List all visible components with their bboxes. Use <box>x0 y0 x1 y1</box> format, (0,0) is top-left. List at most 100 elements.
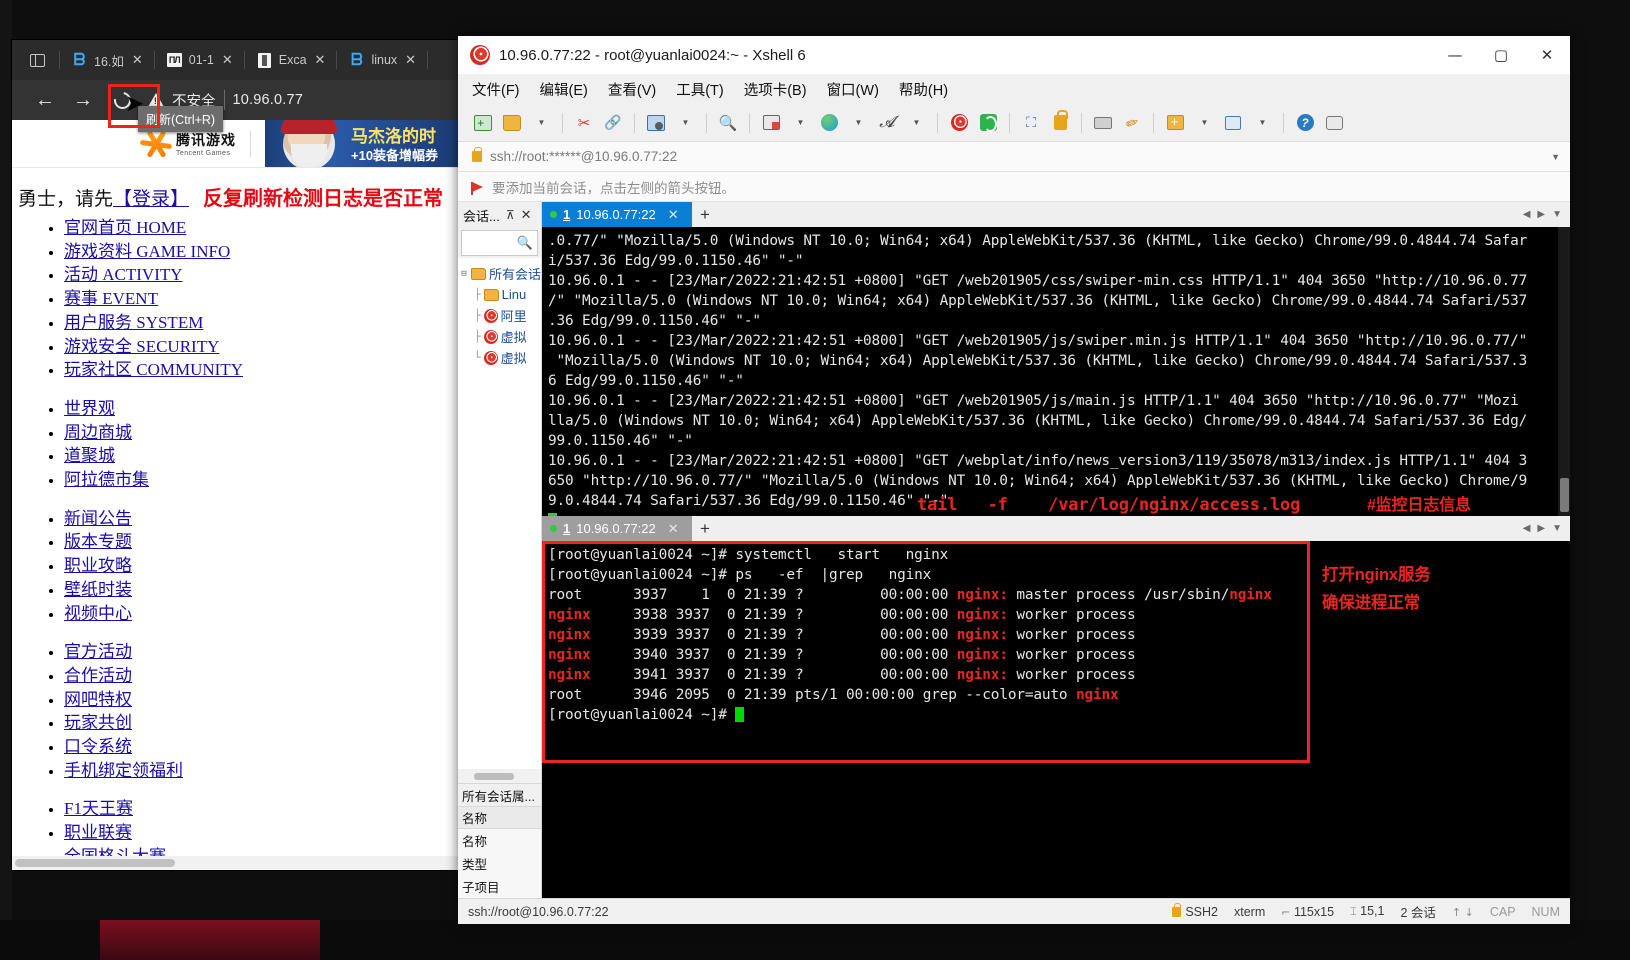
xshell-icon[interactable] <box>946 110 972 136</box>
login-link[interactable]: 【登录】 <box>113 189 189 210</box>
promo-banner[interactable]: 马杰洛的时 +10装备增幅券 <box>265 120 460 167</box>
chevron-down-icon[interactable]: ▼ <box>1552 209 1562 220</box>
close-button[interactable]: ✕ <box>1524 36 1570 74</box>
menu-item-help[interactable]: 帮助(H) <box>899 79 948 100</box>
find-icon[interactable]: 🔍 <box>715 110 741 136</box>
nav-link[interactable]: 游戏安全 SECURITY <box>64 337 219 356</box>
minimize-button[interactable]: — <box>1432 36 1478 74</box>
forward-button[interactable]: → <box>64 84 102 116</box>
nav-link[interactable]: 活动 ACTIVITY <box>64 265 183 284</box>
keyboard-icon[interactable] <box>1090 110 1116 136</box>
nav-link[interactable]: 版本专题 <box>64 532 132 551</box>
terminal-output-bottom[interactable]: [root@yuanlai0024 ~]# systemctl start ng… <box>542 541 1570 898</box>
horizontal-scrollbar[interactable] <box>12 856 460 870</box>
menu-item-tools[interactable]: 工具(T) <box>676 79 724 100</box>
chevron-down-icon[interactable]: ▼ <box>1551 152 1560 162</box>
chevron-down-icon[interactable]: ▼ <box>528 110 554 136</box>
nav-link[interactable]: 周边商城 <box>64 423 132 442</box>
browser-tab[interactable]: ᗷ 16.如 ✕ <box>65 44 149 76</box>
browser-tab[interactable]: ПЛ 01-1 ✕ <box>160 44 239 76</box>
terminal-tab[interactable]: 1 10.96.0.77:22 ✕ <box>542 516 692 541</box>
new-tab-button[interactable]: + <box>692 202 718 227</box>
browser-tab[interactable]: Exca ✕ <box>250 44 332 76</box>
maximize-button[interactable]: ▢ <box>1478 36 1524 74</box>
nav-link[interactable]: 世界观 <box>64 399 115 418</box>
xshell-window[interactable]: 10.96.0.77:22 - root@yuanlai0024:~ - Xsh… <box>458 36 1570 924</box>
menu-item-tabs[interactable]: 选项卡(B) <box>744 79 807 100</box>
browser-tab[interactable]: ᗷ linux ✕ <box>342 44 422 76</box>
tab-scroll-controls[interactable]: ◀ ▶ ▼ <box>1523 516 1570 541</box>
fullscreen-icon[interactable]: ⛶ <box>1018 110 1044 136</box>
chevron-down-icon[interactable]: ▼ <box>1552 523 1562 534</box>
tree-item-all-sessions[interactable]: ⊟ 所有会话 <box>458 263 541 284</box>
browser-tab-strip[interactable]: ᗷ 16.如 ✕ ПЛ 01-1 ✕ Exca ✕ ᗷ linux ✕ <box>12 40 460 80</box>
tree-item[interactable]: └ 虚拟 <box>458 347 541 368</box>
font-icon[interactable]: 𝓐 <box>874 110 900 136</box>
browser-toolbar[interactable]: ← → 不安全 10.96.0.77 <box>12 80 460 120</box>
nav-link[interactable]: 阿拉德市集 <box>64 470 149 489</box>
nav-link[interactable]: F1天王赛 <box>64 799 133 818</box>
chevron-down-icon[interactable]: ▼ <box>787 110 813 136</box>
tree-item[interactable]: ├ 虚拟 <box>458 326 541 347</box>
close-icon[interactable]: ✕ <box>668 521 679 537</box>
pin-icon[interactable]: ⊼ <box>506 208 515 222</box>
expand-icon[interactable]: ⊟ <box>460 269 468 279</box>
scroll-left-icon[interactable]: ◀ <box>1523 523 1531 534</box>
address-bar-text[interactable]: 10.96.0.77 <box>233 92 304 108</box>
properties-icon[interactable] <box>643 110 669 136</box>
close-icon[interactable]: ✕ <box>521 207 532 223</box>
nav-link[interactable]: 官网首页 HOME <box>64 218 186 237</box>
help-icon[interactable]: ? <box>1292 110 1318 136</box>
terminal-pane-top[interactable]: 1 10.96.0.77:22 ✕ + ◀ ▶ ▼ .0.77/" "Mozil… <box>542 202 1570 516</box>
highlight-pen-icon[interactable]: ✏ <box>1119 110 1145 136</box>
menu-item-edit[interactable]: 编辑(E) <box>540 79 588 100</box>
new-tab-button[interactable]: + <box>692 516 718 541</box>
nav-link[interactable]: 道聚城 <box>64 446 115 465</box>
tab-scroll-controls[interactable]: ◀ ▶ ▼ <box>1523 202 1570 227</box>
nav-link[interactable]: 玩家共创 <box>64 713 132 732</box>
session-horizontal-scrollbar[interactable] <box>458 769 541 783</box>
nav-link[interactable]: 官方活动 <box>64 642 132 661</box>
new-session-icon[interactable] <box>470 110 496 136</box>
address-bar[interactable]: ssh://root:******@10.96.0.77:22 ▼ <box>458 142 1570 172</box>
window-controls[interactable]: — ▢ ✕ <box>1432 36 1570 74</box>
address-bar-text[interactable]: ssh://root:******@10.96.0.77:22 <box>490 149 677 164</box>
xftp-icon[interactable] <box>975 110 1001 136</box>
close-icon[interactable]: ✕ <box>130 52 143 68</box>
chevron-down-icon[interactable]: ▼ <box>1191 110 1217 136</box>
chevron-down-icon[interactable]: ▼ <box>672 110 698 136</box>
tree-item[interactable]: ├ 阿里 <box>458 305 541 326</box>
nav-link[interactable]: 用户服务 SYSTEM <box>64 313 203 332</box>
terminal-tab[interactable]: 1 10.96.0.77:22 ✕ <box>542 202 692 227</box>
open-folder-icon[interactable] <box>499 110 525 136</box>
nav-link[interactable]: 职业联赛 <box>64 823 132 842</box>
nav-link[interactable]: 赛事 EVENT <box>64 289 158 308</box>
menu-bar[interactable]: 文件(F) 编辑(E) 查看(V) 工具(T) 选项卡(B) 窗口(W) 帮助(… <box>458 74 1570 104</box>
browser-window[interactable]: ᗷ 16.如 ✕ ПЛ 01-1 ✕ Exca ✕ ᗷ linux ✕ ← → … <box>12 40 460 870</box>
close-icon[interactable]: ✕ <box>403 52 416 68</box>
terminal-tabbar-top[interactable]: 1 10.96.0.77:22 ✕ + ◀ ▶ ▼ <box>542 202 1570 227</box>
nav-link[interactable]: 手机绑定领福利 <box>64 761 183 780</box>
nav-link[interactable]: 网吧特权 <box>64 690 132 709</box>
scroll-left-icon[interactable]: ◀ <box>1523 209 1531 220</box>
terminal-tabbar-bottom[interactable]: 1 10.96.0.77:22 ✕ + ◀ ▶ ▼ <box>542 516 1570 541</box>
scroll-right-icon[interactable]: ▶ <box>1537 209 1545 220</box>
session-search-input[interactable]: 🔍 <box>461 230 538 256</box>
nav-link[interactable]: 壁纸时装 <box>64 580 132 599</box>
nav-link[interactable]: 玩家社区 COMMUNITY <box>64 360 243 379</box>
session-tree[interactable]: ⊟ 所有会话 ├ Linu ├ 阿里 ├ 虚拟 └ 虚拟 <box>458 258 541 769</box>
globe-icon[interactable] <box>816 110 842 136</box>
close-icon[interactable]: ✕ <box>668 207 679 223</box>
nav-link[interactable]: 职业攻略 <box>64 556 132 575</box>
toolbar[interactable]: ▼ ✂ 🔗 ▼ 🔍 ▼ ▼ 𝓐 ▼ ⛶ ✏ <box>458 104 1570 142</box>
terminal-vertical-scrollbar[interactable] <box>1558 227 1570 516</box>
xshell-titlebar[interactable]: 10.96.0.77:22 - root@yuanlai0024:~ - Xsh… <box>458 36 1570 74</box>
disconnect-icon[interactable]: ✂ <box>571 110 597 136</box>
close-icon[interactable]: ✕ <box>220 52 233 68</box>
add-icon[interactable] <box>1162 110 1188 136</box>
nav-link[interactable]: 合作活动 <box>64 666 132 685</box>
session-panel[interactable]: 会话... ⊼ ✕ 🔍 ⊟ 所有会话 ├ Linu ├ 阿里 ├ 虚拟 └ 虚拟… <box>458 202 542 898</box>
back-button[interactable]: ← <box>26 84 64 116</box>
chevron-down-icon[interactable]: ▼ <box>1249 110 1275 136</box>
scroll-right-icon[interactable]: ▶ <box>1537 523 1545 534</box>
